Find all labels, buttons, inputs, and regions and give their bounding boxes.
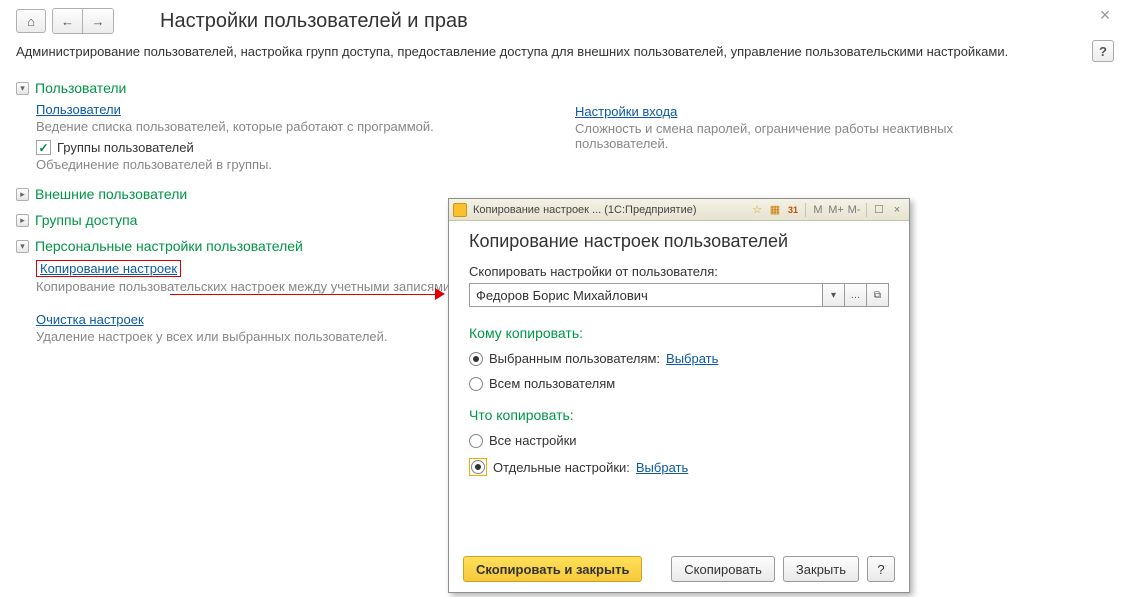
close-button[interactable]: Закрыть — [783, 556, 859, 582]
copy-from-user-field[interactable]: Федоров Борис Михайлович — [469, 283, 823, 307]
page-description: Администрирование пользователей, настрой… — [16, 44, 1008, 59]
chevron-right-icon: ▸ — [16, 188, 29, 201]
copy-and-close-button[interactable]: Скопировать и закрыть — [463, 556, 642, 582]
dialog-title: Копирование настроек пользователей — [469, 231, 889, 252]
user-groups-desc: Объединение пользователей в группы. — [36, 157, 456, 172]
to-whom-label: Кому копировать: — [469, 325, 889, 341]
copy-from-label: Скопировать настройки от пользователя: — [469, 264, 889, 279]
radio-separate-settings[interactable] — [471, 460, 485, 474]
select-button[interactable]: … — [845, 283, 867, 307]
section-users[interactable]: ▾ Пользователи — [16, 80, 555, 96]
radio-all-settings-label: Все настройки — [489, 433, 577, 448]
link-clear-settings[interactable]: Очистка настроек — [36, 312, 144, 327]
window-maximize-icon[interactable]: ☐ — [871, 202, 887, 218]
memory-m-icon[interactable]: M — [810, 202, 826, 218]
dialog-help-button[interactable]: ? — [867, 556, 895, 582]
link-copy-settings[interactable]: Копирование настроек — [40, 261, 177, 276]
home-button[interactable]: ⌂ — [16, 9, 46, 33]
link-choose-users[interactable]: Выбрать — [666, 351, 718, 366]
section-users-label: Пользователи — [35, 80, 126, 96]
login-settings-desc: Сложность и смена паролей, ограничение р… — [575, 121, 955, 151]
chevron-down-icon: ▾ — [16, 240, 29, 253]
radio-all-settings[interactable] — [469, 434, 483, 448]
checkbox-user-groups-label: Группы пользователей — [57, 140, 194, 155]
favorite-icon[interactable]: ☆ — [749, 202, 765, 218]
copy-settings-desc: Копирование пользовательских настроек ме… — [36, 279, 456, 294]
what-copy-label: Что копировать: — [469, 407, 889, 423]
open-button[interactable]: ⧉ — [867, 283, 889, 307]
chevron-right-icon: ▸ — [16, 214, 29, 227]
dialog-titlebar-text: Копирование настроек ... (1С:Предприятие… — [473, 204, 697, 216]
radio-selected-users[interactable] — [469, 352, 483, 366]
app-icon — [453, 203, 467, 217]
users-desc: Ведение списка пользователей, которые ра… — [36, 119, 456, 134]
clear-settings-desc: Удаление настроек у всех или выбранных п… — [36, 329, 456, 344]
back-button[interactable]: ← — [53, 9, 83, 33]
forward-button[interactable]: → — [83, 9, 113, 33]
dialog-copy-settings: Копирование настроек ... (1С:Предприятие… — [448, 198, 910, 593]
section-personal-settings-label: Персональные настройки пользователей — [35, 238, 303, 254]
radio-separate-settings-label: Отдельные настройки: — [493, 460, 630, 475]
radio-all-users[interactable] — [469, 377, 483, 391]
memory-mplus-icon[interactable]: M+ — [828, 202, 844, 218]
page-title: Настройки пользователей и прав — [160, 10, 468, 33]
link-choose-settings[interactable]: Выбрать — [636, 460, 688, 475]
link-users[interactable]: Пользователи — [36, 102, 121, 117]
radio-all-users-label: Всем пользователям — [489, 376, 615, 391]
help-button[interactable]: ? — [1092, 40, 1114, 62]
section-external-users-label: Внешние пользователи — [35, 186, 187, 202]
copy-button[interactable]: Скопировать — [671, 556, 775, 582]
calendar-icon[interactable]: 31 — [785, 202, 801, 218]
radio-selected-users-label: Выбранным пользователям: — [489, 351, 660, 366]
section-access-groups-label: Группы доступа — [35, 212, 137, 228]
chevron-down-icon: ▾ — [16, 82, 29, 95]
close-icon[interactable]: × — [1096, 6, 1114, 24]
calculator-icon[interactable]: ▦ — [767, 202, 783, 218]
dropdown-button[interactable]: ▾ — [823, 283, 845, 307]
window-close-icon[interactable]: × — [889, 202, 905, 218]
checkbox-user-groups[interactable] — [36, 140, 51, 155]
memory-mminus-icon[interactable]: M- — [846, 202, 862, 218]
link-login-settings[interactable]: Настройки входа — [575, 104, 677, 119]
